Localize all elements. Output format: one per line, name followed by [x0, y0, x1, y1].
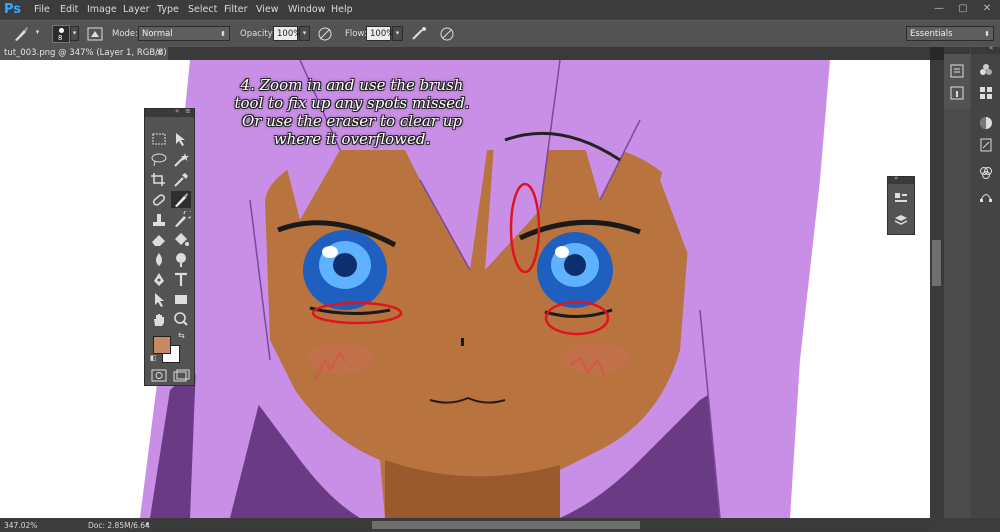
- tools-panel: « ≡ ◧ ⇆: [144, 107, 195, 386]
- channels-panel-icon[interactable]: [978, 165, 994, 181]
- eyedropper-tool-icon[interactable]: [171, 171, 191, 188]
- chevron-updown-icon: ⬍: [984, 30, 990, 38]
- photoshop-logo: Ps: [4, 2, 22, 17]
- screen-mode-icon[interactable]: [171, 367, 191, 384]
- layers-panel-icon[interactable]: [893, 213, 909, 227]
- status-menu-arrow-icon[interactable]: ▸: [146, 520, 150, 528]
- mode-label: Mode:: [112, 29, 139, 39]
- quick-mask-icon[interactable]: [149, 367, 169, 384]
- dock-header[interactable]: «: [971, 44, 1000, 54]
- swap-colors-icon[interactable]: ⇆: [178, 331, 185, 340]
- collapse-icon[interactable]: «: [175, 107, 179, 115]
- hand-tool-icon[interactable]: [149, 311, 169, 328]
- annotation-line: 4. Zoom in and use the brush: [240, 76, 464, 94]
- styles-panel-icon[interactable]: [978, 137, 994, 153]
- zoom-tool-icon[interactable]: [171, 311, 191, 328]
- dodge-tool-icon[interactable]: [171, 251, 191, 268]
- brush-size-picker[interactable]: 8: [52, 25, 70, 43]
- opacity-input[interactable]: 100%: [273, 26, 301, 41]
- brush-preset-dropdown[interactable]: ▾: [33, 26, 42, 41]
- tools-panel-header[interactable]: « ≡: [145, 107, 194, 117]
- blur-tool-icon[interactable]: [149, 251, 169, 268]
- minimize-button[interactable]: —: [930, 2, 948, 16]
- rectangle-tool-icon[interactable]: [171, 291, 191, 308]
- info-panel-icon[interactable]: [949, 85, 965, 101]
- document-tab[interactable]: tut_003.png @ 347% (Layer 1, RGB/8) * ×: [0, 47, 168, 71]
- healing-brush-tool-icon[interactable]: [149, 191, 169, 208]
- annotation-line: tool to fix up any spots missed.: [234, 94, 470, 112]
- menu-help[interactable]: Help: [331, 4, 353, 15]
- collapsed-panel-group: »: [887, 174, 915, 235]
- paint-bucket-tool-icon[interactable]: [171, 231, 191, 248]
- workspace-select[interactable]: Essentials ⬍: [906, 26, 994, 41]
- adjustments-panel-icon[interactable]: [978, 115, 994, 131]
- chevron-updown-icon: ⬍: [220, 30, 226, 38]
- brush-size-value: 8: [58, 34, 63, 42]
- brush-size-dropdown[interactable]: ▾: [70, 26, 79, 41]
- pen-tool-icon[interactable]: [149, 271, 169, 288]
- brush-preset-icon[interactable]: [12, 25, 30, 43]
- collapse-icon[interactable]: «: [989, 44, 993, 52]
- foreground-color-swatch[interactable]: [153, 336, 171, 354]
- menu-edit[interactable]: Edit: [60, 4, 78, 15]
- dock-header[interactable]: [944, 47, 970, 54]
- menu-filter[interactable]: Filter: [224, 4, 248, 15]
- panel-header[interactable]: »: [888, 174, 914, 184]
- eraser-tool-icon[interactable]: [149, 231, 169, 248]
- pressure-opacity-icon[interactable]: [316, 25, 334, 43]
- crop-tool-icon[interactable]: [149, 171, 169, 188]
- flow-label: Flow:: [345, 29, 367, 39]
- annotation-line: Or use the eraser to clear up: [241, 112, 463, 130]
- pressure-size-icon[interactable]: [438, 25, 456, 43]
- properties-panel-icon[interactable]: [893, 191, 909, 205]
- airbrush-icon[interactable]: [410, 25, 428, 43]
- annotation-line: where it overflowed.: [273, 130, 431, 148]
- vertical-scroll-thumb[interactable]: [932, 240, 941, 286]
- workspace-value: Essentials: [910, 29, 953, 39]
- menu-layer[interactable]: Layer: [123, 4, 150, 15]
- opacity-dropdown[interactable]: ▾: [299, 26, 310, 41]
- mode-select[interactable]: Normal ⬍: [138, 26, 230, 41]
- menu-select[interactable]: Select: [188, 4, 217, 15]
- zoom-level[interactable]: 347.02%: [4, 521, 37, 530]
- flow-dropdown[interactable]: ▾: [392, 26, 403, 41]
- dock-column-1: [944, 47, 970, 109]
- flow-input[interactable]: 100%: [366, 26, 394, 41]
- lasso-tool-icon[interactable]: [149, 151, 169, 168]
- options-bar: ▾ 8 ▾ Mode: Normal ⬍ Opacity: 100% ▾ Flow…: [0, 20, 1000, 48]
- clone-stamp-tool-icon[interactable]: [149, 211, 169, 228]
- menu-type[interactable]: Type: [157, 4, 179, 15]
- close-button[interactable]: ✕: [978, 2, 996, 16]
- color-panel-icon[interactable]: [978, 63, 994, 79]
- menu-window[interactable]: Window: [288, 4, 325, 15]
- menu-view[interactable]: View: [256, 4, 279, 15]
- brush-tip-icon: [59, 28, 64, 33]
- brush-tool-icon[interactable]: [171, 191, 191, 208]
- history-panel-icon[interactable]: [949, 63, 965, 79]
- menu-image[interactable]: Image: [87, 4, 117, 15]
- expand-icon[interactable]: »: [894, 174, 898, 182]
- swatches-panel-icon[interactable]: [978, 85, 994, 101]
- brush-panel-toggle-icon[interactable]: [86, 25, 104, 43]
- mode-value: Normal: [142, 29, 173, 39]
- type-tool-icon[interactable]: [171, 271, 191, 288]
- tutorial-annotation: 4. Zoom in and use the brush tool to fix…: [232, 76, 472, 148]
- horizontal-scroll-thumb[interactable]: [372, 521, 640, 529]
- history-brush-tool-icon[interactable]: [171, 211, 191, 228]
- marquee-tool-icon[interactable]: [149, 131, 169, 148]
- path-selection-tool-icon[interactable]: [149, 291, 169, 308]
- default-colors-icon[interactable]: ◧: [150, 354, 157, 362]
- move-tool-icon[interactable]: [171, 131, 191, 148]
- magic-wand-tool-icon[interactable]: [171, 151, 191, 168]
- menu-bar: Ps File Edit Image Layer Type Select Fil…: [0, 0, 1000, 20]
- panel-icon-strip: «: [971, 44, 1000, 532]
- panel-menu-icon[interactable]: ≡: [185, 107, 191, 115]
- close-tab-icon[interactable]: ×: [156, 47, 163, 60]
- vertical-scrollbar[interactable]: [930, 60, 944, 518]
- opacity-label: Opacity:: [240, 29, 275, 39]
- paths-panel-icon[interactable]: [978, 187, 994, 203]
- menu-file[interactable]: File: [34, 4, 50, 15]
- restore-button[interactable]: ▢: [954, 2, 972, 16]
